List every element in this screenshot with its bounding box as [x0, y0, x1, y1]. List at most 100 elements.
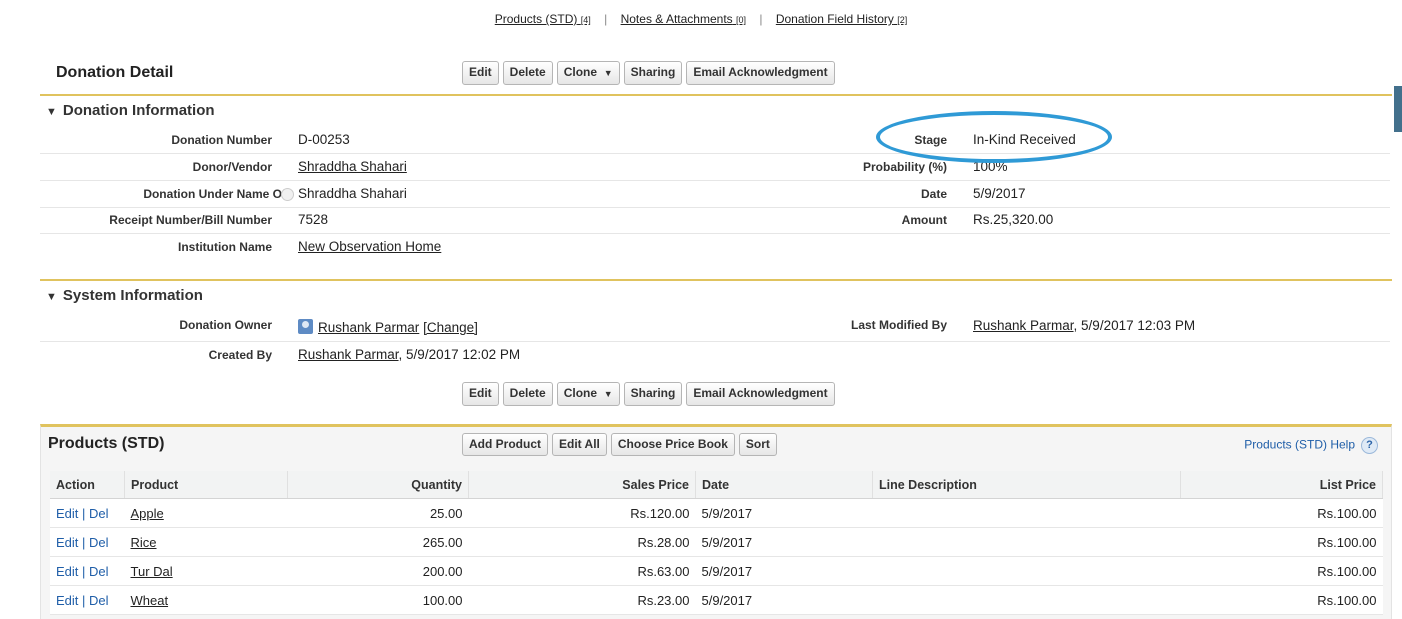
products-help-link[interactable]: Products (STD) Help — [1244, 438, 1355, 452]
row-delete-link[interactable]: Del — [89, 593, 109, 608]
sharing-button[interactable]: Sharing — [623, 61, 683, 85]
row-edit-link[interactable]: Edit — [56, 506, 78, 521]
collapse-triangle-icon: ▼ — [46, 291, 57, 303]
clone-label: Clone — [563, 65, 598, 79]
col-list-price[interactable]: List Price — [1180, 471, 1383, 499]
row-edit-link[interactable]: Edit — [56, 593, 78, 608]
products-help: Products (STD) Help? — [1244, 437, 1378, 454]
cell-sales-price: Rs.63.00 — [468, 556, 696, 586]
clone-button[interactable]: Clone ▼ — [556, 382, 620, 406]
choose-price-book-button[interactable]: Choose Price Book — [610, 433, 735, 456]
row-actions: Edit | Del — [50, 556, 125, 586]
col-quantity[interactable]: Quantity — [287, 471, 469, 499]
cell-list-price: Rs.100.00 — [1180, 527, 1383, 557]
table-header-row: Action Product Quantity Sales Price Date… — [50, 471, 1383, 499]
label-created-by: Created By — [208, 348, 272, 362]
related-list-links: Products (STD) [4] | Notes & Attachments… — [0, 12, 1402, 26]
link-donation-field-history[interactable]: Donation Field History [2] — [776, 12, 907, 26]
row-edit-link[interactable]: Edit — [56, 535, 78, 550]
section-divider — [40, 279, 1392, 281]
table-row: Edit | Del Rice 265.00 Rs.28.00 5/9/2017… — [50, 527, 1383, 557]
product-link[interactable]: Wheat — [131, 593, 169, 608]
email-acknowledgment-button[interactable]: Email Acknowledgment — [686, 61, 835, 85]
email-acknowledgment-button[interactable]: Email Acknowledgment — [686, 382, 835, 406]
row-divider — [40, 207, 1390, 208]
products-title: Products (STD) — [48, 435, 165, 452]
add-product-button[interactable]: Add Product — [462, 433, 548, 456]
cell-line-description — [872, 556, 1181, 586]
created-by-link[interactable]: Rushank Parmar — [298, 347, 399, 362]
label-last-modified-by: Last Modified By — [850, 318, 947, 332]
sharing-button[interactable]: Sharing — [623, 382, 683, 406]
page-title: Donation Detail — [56, 64, 174, 81]
sort-button[interactable]: Sort — [738, 433, 777, 456]
cell-list-price: Rs.100.00 — [1180, 498, 1383, 528]
edit-button[interactable]: Edit — [462, 382, 499, 406]
link-label: Donation Field History — [775, 12, 894, 26]
link-notes-attachments[interactable]: Notes & Attachments [0] — [621, 12, 746, 26]
value-receipt-number: 7528 — [298, 212, 329, 227]
system-info-header[interactable]: ▼ System Information — [46, 287, 203, 304]
row-delete-link[interactable]: Del — [89, 564, 109, 579]
detail-toolbar-top: Edit Delete Clone ▼ Sharing Email Acknow… — [462, 61, 839, 85]
modified-time: , 5/9/2017 12:03 PM — [1073, 318, 1196, 333]
col-line-description[interactable]: Line Description — [872, 471, 1181, 499]
product-link[interactable]: Rice — [131, 535, 157, 550]
donation-info-header[interactable]: ▼ Donation Information — [46, 102, 215, 119]
table-row: Edit | Del Tur Dal 200.00 Rs.63.00 5/9/2… — [50, 556, 1383, 586]
cell-line-description — [872, 585, 1181, 615]
row-divider — [40, 341, 1390, 342]
action-separator: | — [78, 563, 90, 579]
delete-button[interactable]: Delete — [502, 382, 553, 406]
info-icon[interactable] — [281, 188, 294, 201]
value-created-by: Rushank Parmar, 5/9/2017 12:02 PM — [298, 347, 520, 362]
cell-quantity: 100.00 — [287, 585, 469, 615]
link-count: [2] — [897, 15, 908, 25]
row-delete-link[interactable]: Del — [89, 506, 109, 521]
value-donation-under-name: Shraddha Shahari — [298, 186, 407, 201]
cell-sales-price: Rs.120.00 — [468, 498, 696, 528]
cell-quantity: 200.00 — [287, 556, 469, 586]
row-actions: Edit | Del — [50, 498, 125, 528]
value-donation-owner: Rushank Parmar [Change] — [298, 319, 478, 335]
created-time: , 5/9/2017 12:02 PM — [398, 347, 521, 362]
col-date[interactable]: Date — [695, 471, 873, 499]
donor-vendor-link[interactable]: Shraddha Shahari — [298, 159, 407, 174]
delete-button[interactable]: Delete — [502, 61, 553, 85]
label-institution-name: Institution Name — [177, 240, 272, 254]
cell-list-price: Rs.100.00 — [1180, 556, 1383, 586]
cell-quantity: 265.00 — [287, 527, 469, 557]
modified-by-link[interactable]: Rushank Parmar — [973, 318, 1074, 333]
table-row: Edit | Del Apple 25.00 Rs.120.00 5/9/201… — [50, 498, 1383, 528]
cell-date: 5/9/2017 — [695, 556, 873, 586]
chevron-down-icon: ▼ — [603, 389, 613, 399]
link-label: Products (STD) — [494, 12, 578, 26]
edit-all-button[interactable]: Edit All — [552, 433, 607, 456]
user-icon — [298, 319, 313, 334]
edit-button[interactable]: Edit — [462, 61, 499, 85]
link-separator: | — [759, 12, 763, 26]
product-link[interactable]: Tur Dal — [131, 564, 173, 579]
link-products-std[interactable]: Products (STD) [4] — [495, 12, 591, 26]
owner-link[interactable]: Rushank Parmar — [318, 320, 419, 335]
label-date: Date — [920, 187, 947, 201]
product-link[interactable]: Apple — [131, 506, 164, 521]
row-edit-link[interactable]: Edit — [56, 564, 78, 579]
row-actions: Edit | Del — [50, 527, 125, 557]
label-donation-under-name: Donation Under Name Of — [143, 187, 286, 201]
row-divider — [40, 233, 1390, 234]
label-probability: Probability (%) — [862, 160, 947, 174]
cell-line-description — [872, 527, 1181, 557]
label-donation-owner: Donation Owner — [179, 318, 272, 332]
link-count: [4] — [580, 15, 591, 25]
value-date: 5/9/2017 — [973, 186, 1026, 201]
institution-name-link[interactable]: New Observation Home — [298, 239, 441, 254]
col-sales-price[interactable]: Sales Price — [468, 471, 696, 499]
clone-button[interactable]: Clone ▼ — [556, 61, 620, 85]
change-owner-link[interactable]: [Change] — [423, 320, 478, 335]
row-delete-link[interactable]: Del — [89, 535, 109, 550]
cell-line-description — [872, 498, 1181, 528]
help-icon[interactable]: ? — [1361, 437, 1378, 454]
collapse-triangle-icon: ▼ — [46, 106, 57, 118]
side-panel-tab[interactable] — [1394, 86, 1402, 132]
